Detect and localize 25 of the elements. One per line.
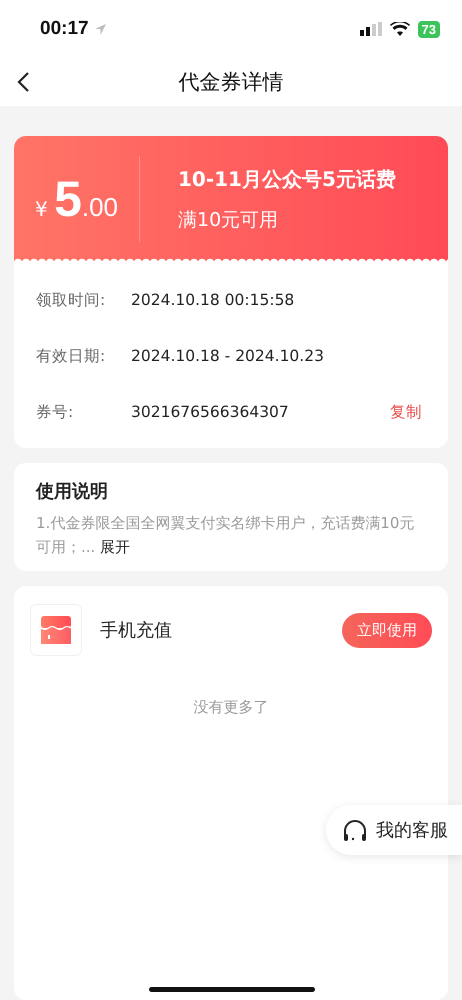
detail-value: 3021676566364307 — [131, 403, 290, 421]
coupon-name: 10-11月公众号5元话费 — [178, 166, 396, 192]
detail-value: 2024.10.18 00:15:58 — [131, 291, 296, 309]
store-icon — [30, 604, 82, 656]
wifi-icon — [390, 22, 410, 36]
service-name: 手机充值 — [100, 619, 173, 642]
location-arrow-icon — [94, 24, 106, 34]
back-icon[interactable] — [16, 71, 30, 93]
page-title: 代金券详情 — [178, 69, 284, 96]
section-title: 使用说明 — [36, 480, 109, 503]
battery-indicator: 73 — [418, 20, 440, 38]
detail-value: 2024.10.18 - 2024.10.23 — [131, 347, 325, 365]
copy-button[interactable]: 复制 — [386, 402, 426, 422]
coupon-amount: ¥5.00 — [34, 170, 120, 228]
coupon-condition: 满10元可用 — [178, 208, 280, 232]
end-of-list-text: 没有更多了 — [192, 698, 270, 717]
status-time: 00:17 — [40, 18, 89, 40]
detail-label: 领取时间: — [36, 290, 106, 310]
detail-label: 券号: — [36, 402, 74, 422]
signal-icon — [360, 22, 382, 36]
detail-label: 有效日期: — [36, 346, 106, 366]
customer-service-button[interactable]: 我的客服 — [326, 805, 462, 855]
headset-icon — [342, 818, 368, 842]
expand-link[interactable]: 展开 — [100, 538, 130, 556]
instructions-text: 1.代金券限全国全网翼支付实名绑卡用户，充话费满10元可用；... 展开 — [36, 513, 416, 558]
